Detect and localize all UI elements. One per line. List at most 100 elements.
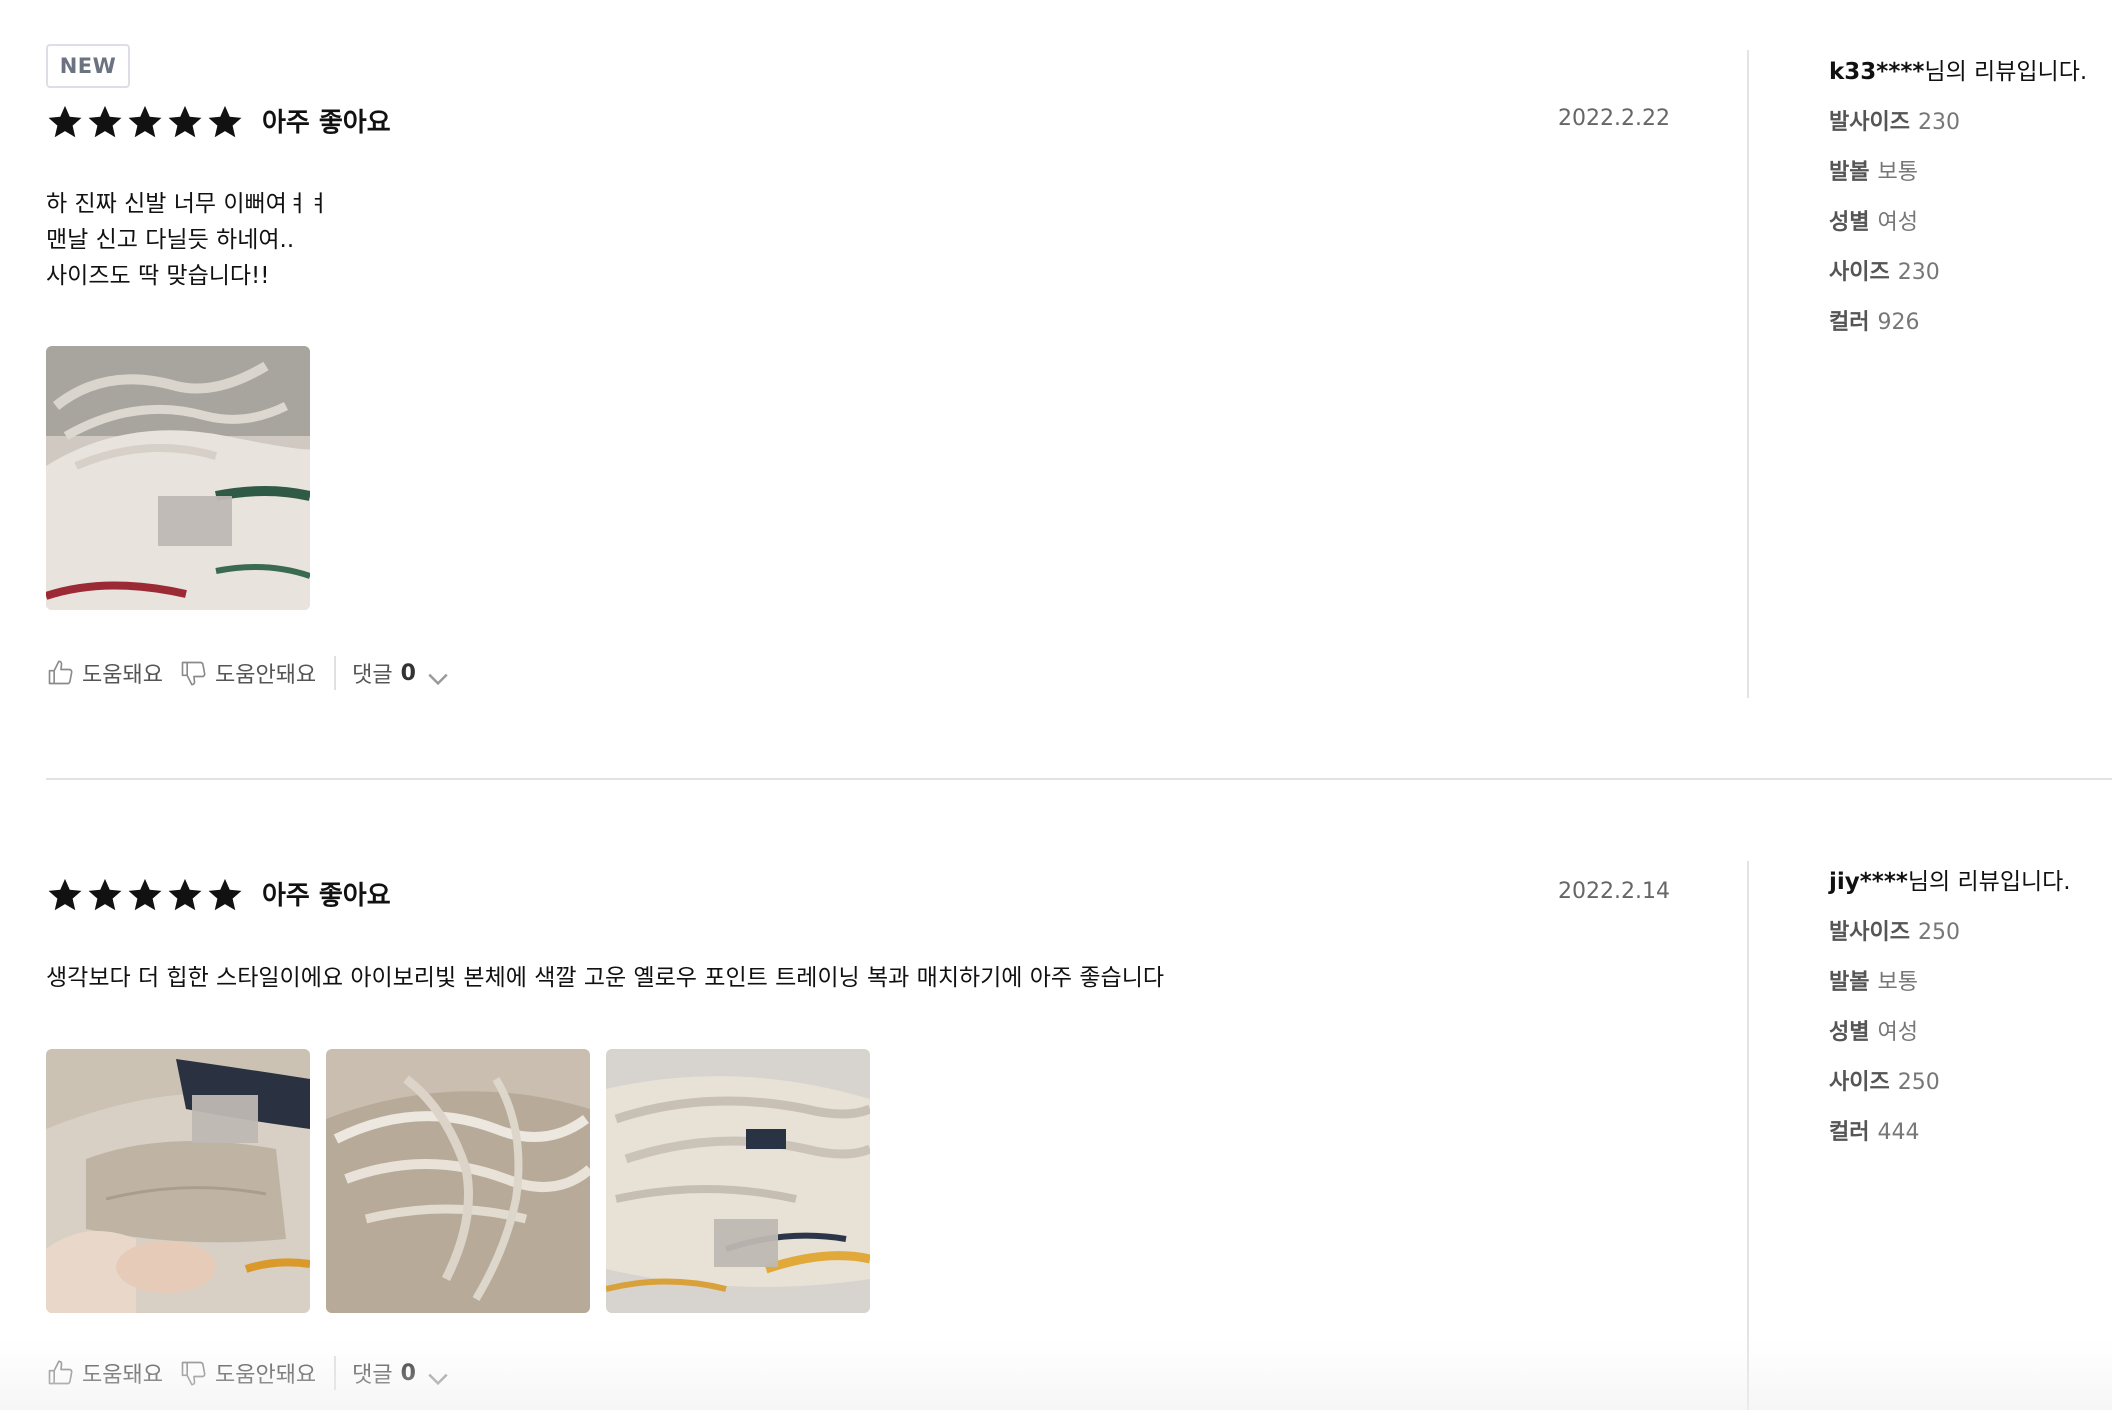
- reviewer-attribute: 발볼 보통: [1829, 154, 2109, 186]
- attribute-label: 성별: [1829, 210, 1870, 235]
- chevron-down-icon: [424, 1365, 448, 1386]
- comment-label: 댓글: [352, 1363, 393, 1388]
- sidebar-divider: [1747, 861, 1749, 1410]
- review-card: NEW 아주 좋아요 2022.2.22 하 진짜 신발 너무 이뻐여ㅕㅕ 맨날…: [46, 0, 2112, 779]
- blurred-logo: [714, 1219, 778, 1267]
- attribute-value: 보통: [1877, 160, 1918, 185]
- reviewer-info: jiy****님의 리뷰입니다. 발사이즈 250 발볼 보통 성별 여성 사이즈 25…: [1829, 862, 2109, 1146]
- review-card: 아주 좋아요 2022.2.14 생각보다 더 힙한 스타일이에요 아이보리빛 …: [46, 779, 2112, 1410]
- review-photo[interactable]: [606, 1049, 870, 1313]
- thumbs-up-icon: [46, 1359, 74, 1387]
- star-icon: [86, 876, 124, 914]
- review-photo[interactable]: [46, 346, 310, 610]
- star-icon: [46, 876, 84, 914]
- review-content-line: 사이즈도 딱 맞습니다!!: [46, 263, 270, 289]
- attribute-value: 보통: [1877, 970, 1918, 995]
- attribute-value: 230: [1917, 110, 1960, 135]
- comment-label: 댓글: [352, 663, 393, 688]
- attribute-value: 250: [1897, 1070, 1940, 1095]
- review-content-line: 하 진짜 신발 너무 이뻐여ㅕㅕ: [46, 191, 330, 217]
- reviewer-attribute: 발사이즈 230: [1829, 104, 2109, 136]
- review-content: 생각보다 더 힙한 스타일이에요 아이보리빛 본체에 색깔 고운 옐로우 포인트…: [46, 960, 1164, 996]
- review-date: 2022.2.14: [1558, 879, 1670, 904]
- reviewer-id: k33****: [1829, 59, 1925, 85]
- reviewer-attribute: 컬러 926: [1829, 304, 2109, 336]
- star-icon: [86, 103, 124, 141]
- attribute-label: 발사이즈: [1829, 920, 1910, 945]
- attribute-label: 성별: [1829, 1020, 1870, 1045]
- star-rating: [46, 876, 244, 914]
- attribute-value: 여성: [1877, 210, 1918, 235]
- rating-text: 아주 좋아요: [262, 108, 391, 138]
- star-icon: [126, 103, 164, 141]
- review-content: 하 진짜 신발 너무 이뻐여ㅕㅕ 맨날 신고 다닐듯 하네여.. 사이즈도 딱 …: [46, 186, 329, 294]
- attribute-label: 컬러: [1829, 310, 1870, 335]
- blurred-logo: [158, 496, 232, 546]
- helpful-button[interactable]: 도움돼요: [46, 1357, 163, 1389]
- comments-toggle[interactable]: 댓글 0: [352, 657, 448, 689]
- review-actions: 도움돼요 도움안돼요 댓글 0: [46, 1356, 448, 1390]
- sidebar-divider: [1747, 50, 1749, 698]
- star-icon: [46, 103, 84, 141]
- comment-count: 0: [400, 660, 416, 686]
- attribute-label: 발볼: [1829, 160, 1870, 185]
- helpful-label: 도움돼요: [82, 663, 163, 688]
- thumbs-up-icon: [46, 659, 74, 687]
- reviewer-attribute: 성별 여성: [1829, 204, 2109, 236]
- star-icon: [206, 876, 244, 914]
- blurred-logo: [192, 1095, 258, 1143]
- thumbs-down-icon: [179, 659, 207, 687]
- review-main: 아주 좋아요 2022.2.14 생각보다 더 힙한 스타일이에요 아이보리빛 …: [46, 779, 1670, 1410]
- attribute-label: 발볼: [1829, 970, 1870, 995]
- star-icon: [126, 876, 164, 914]
- not-helpful-label: 도움안돼요: [214, 663, 317, 688]
- review-photo[interactable]: [326, 1049, 590, 1313]
- not-helpful-label: 도움안돼요: [214, 1363, 317, 1388]
- attribute-value: 250: [1917, 920, 1960, 945]
- review-photo[interactable]: [46, 1049, 310, 1313]
- review-content-line: 생각보다 더 힙한 스타일이에요 아이보리빛 본체에 색깔 고운 옐로우 포인트…: [46, 965, 1165, 991]
- rating-text: 아주 좋아요: [262, 881, 391, 911]
- reviewer-id: jiy****: [1829, 869, 1908, 895]
- attribute-label: 사이즈: [1829, 260, 1890, 285]
- reviewer-name: jiy****님의 리뷰입니다.: [1829, 862, 2109, 896]
- reviewer-suffix: 님의 리뷰입니다.: [1924, 59, 2088, 85]
- reviewer-suffix: 님의 리뷰입니다.: [1907, 869, 2071, 895]
- thumbs-down-icon: [179, 1359, 207, 1387]
- review-date: 2022.2.22: [1558, 106, 1670, 131]
- reviewer-info: k33****님의 리뷰입니다. 발사이즈 230 발볼 보통 성별 여성 사이즈 23…: [1829, 52, 2109, 336]
- not-helpful-button[interactable]: 도움안돼요: [179, 1357, 316, 1389]
- review-photos: [46, 346, 310, 610]
- comment-count: 0: [400, 1360, 416, 1386]
- star-icon: [206, 103, 244, 141]
- star-rating: [46, 103, 244, 141]
- review-actions: 도움돼요 도움안돼요 댓글 0: [46, 656, 448, 690]
- new-badge: NEW: [46, 44, 130, 88]
- reviewer-attribute: 컬러 444: [1829, 1114, 2109, 1146]
- review-photos: [46, 1049, 870, 1313]
- review-content-line: 맨날 신고 다닐듯 하네여..: [46, 227, 295, 253]
- attribute-label: 컬러: [1829, 1120, 1870, 1145]
- attribute-value: 230: [1897, 260, 1940, 285]
- attribute-label: 발사이즈: [1829, 110, 1910, 135]
- attribute-value: 444: [1877, 1120, 1920, 1145]
- reviewer-attribute: 발사이즈 250: [1829, 914, 2109, 946]
- star-icon: [166, 103, 204, 141]
- attribute-value: 여성: [1877, 1020, 1918, 1045]
- action-divider: [334, 1356, 337, 1390]
- reviewer-name: k33****님의 리뷰입니다.: [1829, 52, 2109, 86]
- reviewer-attribute: 발볼 보통: [1829, 964, 2109, 996]
- reviewer-attribute: 성별 여성: [1829, 1014, 2109, 1046]
- reviewer-attribute: 사이즈 230: [1829, 254, 2109, 286]
- chevron-down-icon: [424, 665, 448, 686]
- helpful-label: 도움돼요: [82, 1363, 163, 1388]
- comments-toggle[interactable]: 댓글 0: [352, 1357, 448, 1389]
- not-helpful-button[interactable]: 도움안돼요: [179, 657, 316, 689]
- review-main: NEW 아주 좋아요 2022.2.22 하 진짜 신발 너무 이뻐여ㅕㅕ 맨날…: [46, 0, 1670, 779]
- action-divider: [334, 656, 337, 690]
- helpful-button[interactable]: 도움돼요: [46, 657, 163, 689]
- reviewer-attribute: 사이즈 250: [1829, 1064, 2109, 1096]
- star-icon: [166, 876, 204, 914]
- attribute-value: 926: [1877, 310, 1920, 335]
- attribute-label: 사이즈: [1829, 1070, 1890, 1095]
